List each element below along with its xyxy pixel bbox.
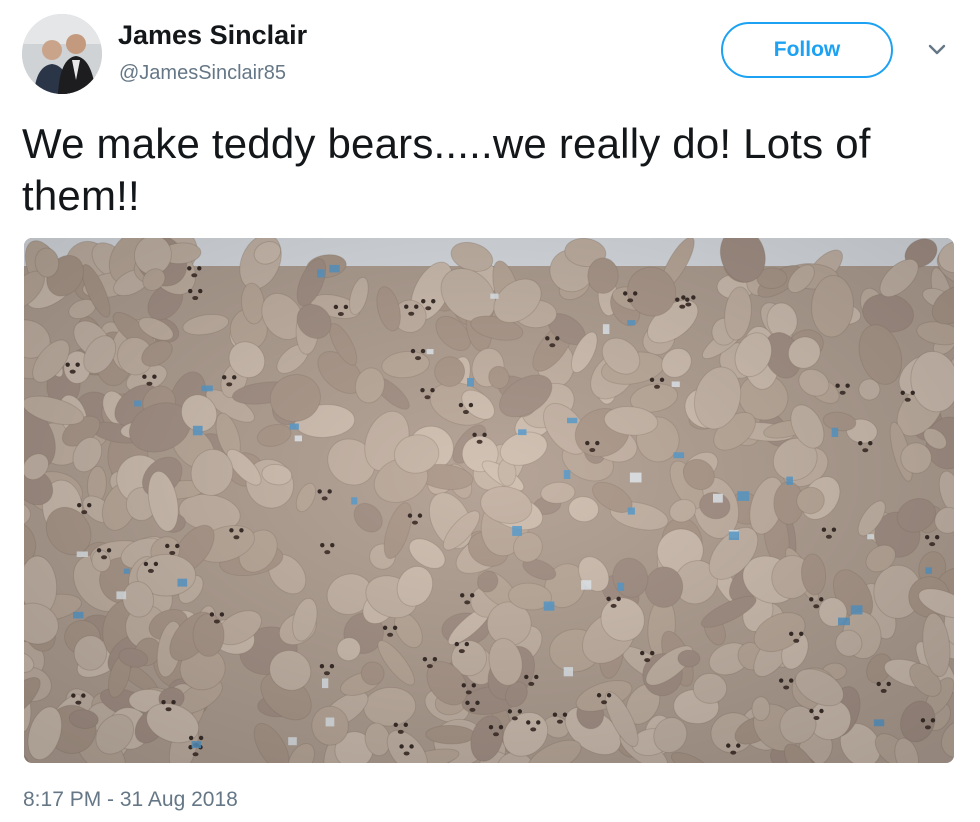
follow-button[interactable]: Follow	[721, 22, 893, 78]
display-name[interactable]: James Sinclair	[118, 20, 307, 51]
tweet-text: We make teddy bears.....we really do! Lo…	[22, 120, 871, 219]
avatar[interactable]	[22, 14, 102, 94]
tweet-timestamp[interactable]: 8:17 PM - 31 Aug 2018	[23, 788, 238, 812]
user-handle[interactable]: @JamesSinclair85	[119, 62, 286, 85]
teddy-bears-photo	[24, 238, 954, 763]
avatar-photo	[22, 14, 102, 94]
tweet-photo[interactable]	[24, 238, 954, 763]
chevron-down-icon[interactable]	[924, 40, 950, 60]
